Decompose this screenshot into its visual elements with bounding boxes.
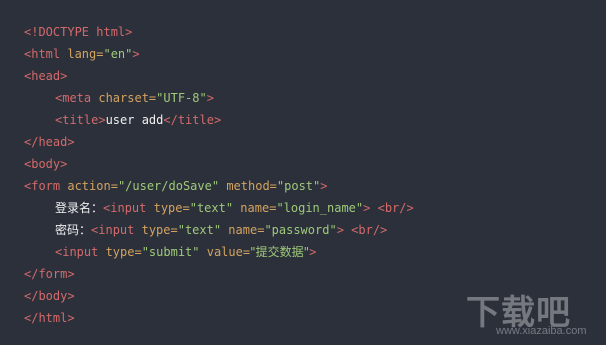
tag-token: </html>: [24, 311, 75, 325]
code-line-html-open: <html lang="en">: [24, 43, 606, 65]
attribute-token: name=: [233, 201, 277, 215]
string-token: "提交数据": [250, 245, 310, 259]
doctype-token: <!DOCTYPE html>: [24, 25, 133, 39]
tag-token: <br/>: [343, 223, 388, 237]
watermark-url: www.xiazaiba.com: [496, 325, 587, 337]
tag-token: <meta: [55, 91, 99, 105]
code-line-body-open: <body>: [24, 153, 606, 175]
string-token: "login_name": [276, 201, 364, 215]
tag-token: >: [206, 91, 214, 105]
code-line-doctype: <!DOCTYPE html>: [24, 21, 606, 43]
attribute-token: type=: [141, 223, 178, 237]
tag-token: <form: [24, 179, 68, 193]
text-token: user add: [105, 113, 164, 127]
attribute-token: type=: [105, 245, 142, 259]
code-line-head-open: <head>: [24, 65, 606, 87]
tag-token: >: [336, 223, 344, 237]
label-text: 登录名：: [55, 201, 104, 215]
string-token: "text": [189, 201, 234, 215]
tag-token: <head>: [24, 69, 68, 83]
tag-token: <br/>: [370, 201, 414, 215]
code-line-submit-input: <input type="submit" value="提交数据">: [24, 241, 606, 263]
code-line-meta: <meta charset="UTF-8">: [24, 87, 606, 109]
attribute-token: value=: [199, 245, 251, 259]
code-block: <!DOCTYPE html> <html lang="en"> <head> …: [0, 0, 606, 345]
string-token: "UTF-8": [156, 91, 207, 105]
tag-token: <input: [103, 201, 154, 215]
attribute-token: type=: [153, 201, 190, 215]
string-token: "en": [103, 47, 133, 61]
tag-token: <title>: [55, 113, 106, 127]
attribute-token: action=: [67, 179, 118, 193]
tag-token: </title>: [163, 113, 222, 127]
attribute-token: name=: [221, 223, 265, 237]
code-line-form-close: </form>: [24, 263, 606, 285]
label-text: 密码：: [55, 223, 92, 237]
tag-token: <input: [55, 245, 106, 259]
code-line-title: <title>user add</title>: [24, 109, 606, 131]
attribute-token: charset=: [98, 91, 157, 105]
tag-token: </form>: [24, 267, 75, 281]
attribute-token: method=: [219, 179, 277, 193]
tag-token: </body>: [24, 289, 75, 303]
code-line-password-input: 密码：<input type="text" name="password"> <…: [24, 219, 606, 241]
tag-token: <html: [24, 47, 68, 61]
tag-token: <input: [91, 223, 142, 237]
code-line-form-open: <form action="/user/doSave" method="post…: [24, 175, 606, 197]
tag-token: >: [320, 179, 328, 193]
string-token: "submit": [141, 245, 200, 259]
code-line-login-input: 登录名：<input type="text" name="login_name"…: [24, 197, 606, 219]
tag-token: <body>: [24, 157, 68, 171]
site-watermark: 下载吧 www.xiazaiba.com: [466, 285, 598, 341]
string-token: "post": [276, 179, 321, 193]
tag-token: >: [132, 47, 140, 61]
tag-token: >: [309, 245, 317, 259]
string-token: "/user/doSave": [117, 179, 220, 193]
attribute-token: lang=: [67, 47, 104, 61]
code-line-head-close: </head>: [24, 131, 606, 153]
string-token: "password": [264, 223, 337, 237]
string-token: "text": [177, 223, 222, 237]
tag-token: </head>: [24, 135, 75, 149]
